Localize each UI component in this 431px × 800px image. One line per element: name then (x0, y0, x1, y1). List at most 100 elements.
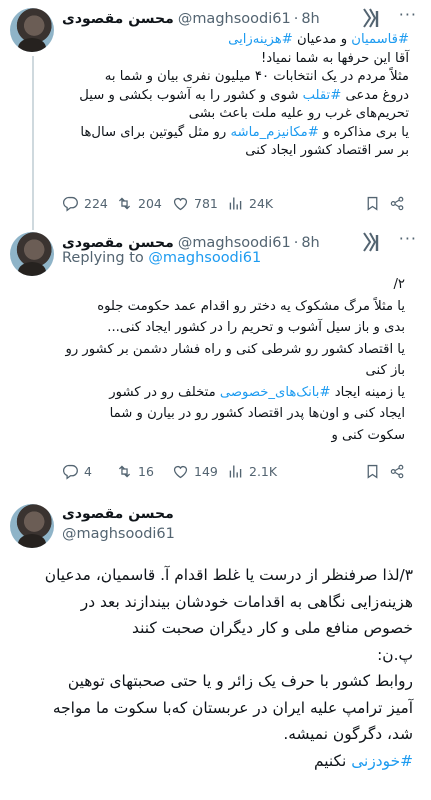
tweet-header: محسن مقصودی @maghsoodi61 · 8h ··· (62, 5, 421, 30)
views-count: 2.1K (249, 463, 278, 479)
repost-icon (118, 196, 131, 210)
tweet-line: یا اقتصاد کشور رو شرطی کنی و راه فشار دش… (62, 339, 405, 361)
author-name[interactable]: محسن مقصودی (62, 235, 174, 251)
reply-button[interactable]: 224 (62, 195, 108, 212)
repost-count: 204 (138, 195, 162, 211)
text-segment: ۳/لذا صرفنظر از درست یا غلط اقدام آ. قاس… (44, 566, 413, 584)
repost-button[interactable]: 16 (116, 463, 154, 480)
author-name[interactable]: محسن مقصودی (62, 11, 174, 27)
repost-icon (118, 464, 131, 478)
thread-line (32, 222, 34, 230)
reply-count: 224 (84, 195, 108, 211)
tweet-line: ۳/لذا صرفنظر از درست یا غلط اقدام آ. قاس… (10, 562, 413, 589)
tweet-time[interactable]: 8h (301, 11, 319, 27)
avatar[interactable] (10, 8, 54, 52)
replying-to-handle[interactable]: @maghsoodi61 (148, 250, 261, 266)
share-icon (390, 464, 404, 478)
tweet-text: #قاسمیان و مدعیان #هزینه‌زایی آقا این حرف… (62, 31, 409, 161)
tweet-line: پ.ن: (10, 642, 413, 669)
tweet-line: هزینه‌زایی نگاهی به اقدامات خودشان بیندا… (10, 589, 413, 616)
tweet-line: ایجاد کنی و اون‌ها پدر اقتصاد کشور رو در… (62, 403, 405, 425)
reply-icon (63, 196, 78, 212)
tweet-line: سکوت کنی و (62, 425, 405, 447)
text-segment: رو مثل گیوتین برای سال‌ها (80, 124, 231, 140)
separator-dot: · (293, 11, 299, 27)
views-count: 24K (249, 195, 274, 211)
author-name[interactable]: محسن مقصودی (62, 506, 174, 522)
hashtag-link[interactable]: #مکانیزم_ماشه (230, 125, 318, 140)
avatar[interactable] (10, 504, 54, 548)
text-segment: آقا این حرفها به شما نمیاد! (260, 50, 409, 66)
more-icon[interactable]: ··· (399, 229, 417, 248)
text-segment: شوی و کشور را به آشوب بکشی و سیل (79, 87, 303, 103)
tweet-2[interactable]: محسن مقصودی @maghsoodi61 · 8h ··· Replyi… (0, 222, 431, 486)
views-icon (229, 197, 242, 209)
tweet-line: خصوص منافع ملی و کار دیگران صحبت کنند (10, 615, 413, 642)
author-handle[interactable]: @maghsoodi61 (62, 526, 175, 542)
share-button[interactable] (389, 463, 406, 480)
tweet-line: دروغ مدعی #تقلب شوی و کشور را به آشوب بک… (62, 87, 409, 106)
hashtag-link[interactable]: #هزینه‌زایی (228, 32, 293, 47)
text-segment: یا بری مذاکره و (318, 124, 409, 140)
tweet-3[interactable]: محسن مقصودی @maghsoodi61 ۳/لذا صرفنظر از… (0, 486, 431, 800)
thread-line (32, 56, 34, 222)
more-icon[interactable]: ··· (399, 5, 417, 24)
text-segment: نکنیم (314, 751, 352, 770)
text-segment: ایجاد کنی و اون‌ها پدر اقتصاد کشور رو در… (109, 406, 405, 421)
bookmark-button[interactable] (364, 195, 381, 212)
bookmark-button[interactable] (364, 463, 381, 480)
hashtag-link[interactable]: #خودزنی (351, 752, 413, 770)
bookmark-icon (367, 464, 378, 479)
hashtag-link[interactable]: #قاسمیان (351, 32, 409, 47)
text-segment: یا مثلاً مرگ مشکوک یه دختر رو اقدام عمد … (97, 298, 405, 314)
reply-count: 4 (84, 463, 92, 479)
reply-button[interactable]: 4 (62, 463, 92, 480)
tweet-line: یا بری مذاکره و #مکانیزم_ماشه رو مثل گیو… (62, 124, 409, 143)
separator-dot: · (293, 235, 299, 251)
tweet-text: ۳/لذا صرفنظر از درست یا غلط اقدام آ. قاس… (10, 562, 413, 774)
tweet-text: ۲/یا مثلاً مرگ مشکوک یه دختر رو اقدام عم… (62, 274, 405, 446)
like-button[interactable]: 781 (172, 195, 218, 212)
heart-icon (173, 465, 188, 478)
tweet-line: ۲/ (62, 274, 405, 296)
hashtag-link[interactable]: #تقلب (303, 88, 342, 103)
text-segment: مثلاً مردم در یک انتخابات ۴۰ میلیون نفری… (104, 69, 409, 84)
share-button[interactable] (389, 195, 406, 212)
text-segment: یا زمینه ایجاد (330, 384, 405, 400)
tweet-line: روابط کشور با حرف یک زائر و یا حتی صحبته… (10, 668, 413, 695)
text-segment: سکوت کنی و (331, 427, 405, 443)
views-icon (229, 465, 242, 477)
repost-button[interactable]: 204 (116, 195, 162, 212)
text-segment: و مدعیان (292, 32, 352, 47)
tweet-time[interactable]: 8h (301, 235, 319, 251)
text-segment: آمیز ترامپ علیه ایران در عربستان که‌با س… (52, 698, 413, 717)
text-segment: بر سر اقتصاد کشور ایجاد کنی (245, 143, 409, 158)
tweet-line: باز کنی (62, 360, 406, 382)
text-segment: پ.ن: (377, 645, 413, 664)
x-logo-icon (363, 8, 379, 28)
like-count: 781 (194, 195, 218, 211)
tweet-line: بر سر اقتصاد کشور ایجاد کنی (62, 142, 409, 161)
author-handle[interactable]: @maghsoodi61 (178, 11, 291, 27)
text-segment: یا اقتصاد کشور رو شرطی کنی و راه فشار دش… (65, 341, 405, 357)
tweet-line: #قاسمیان و مدعیان #هزینه‌زایی (62, 31, 409, 50)
views-button[interactable]: 24K (227, 195, 273, 212)
text-segment: دروغ مدعی (341, 87, 409, 103)
tweet-1[interactable]: محسن مقصودی @maghsoodi61 · 8h ··· #قاسمی… (0, 0, 431, 222)
tweet-line: یا زمینه ایجاد #بانک‌های_خصوصی متخلف رو … (62, 382, 405, 404)
text-segment: شد، دگرگون نمیشه. (283, 725, 413, 743)
hashtag-link[interactable]: #بانک‌های_خصوصی (220, 385, 331, 400)
replying-to-label: Replying to (62, 250, 144, 266)
views-button[interactable]: 2.1K (227, 463, 277, 480)
avatar[interactable] (10, 232, 54, 276)
author-handle[interactable]: @maghsoodi61 (178, 235, 291, 251)
bookmark-icon (367, 196, 378, 211)
tweet-line: آمیز ترامپ علیه ایران در عربستان که‌با س… (10, 695, 413, 722)
tweet-line: تحریم‌های غرب رو علیه ملت باعث بشی (62, 105, 409, 124)
x-logo-icon (363, 232, 379, 252)
tweet-line: آقا این حرفها به شما نمیاد! (62, 50, 409, 69)
like-button[interactable]: 149 (172, 463, 218, 480)
text-segment: خصوص منافع ملی و کار دیگران صحبت کنند (132, 619, 413, 637)
tweet-line: یا مثلاً مرگ مشکوک یه دختر رو اقدام عمد … (62, 296, 405, 318)
tweet-line: بدی و باز سیل آشوب و تحریم را در کشور ای… (62, 317, 405, 339)
